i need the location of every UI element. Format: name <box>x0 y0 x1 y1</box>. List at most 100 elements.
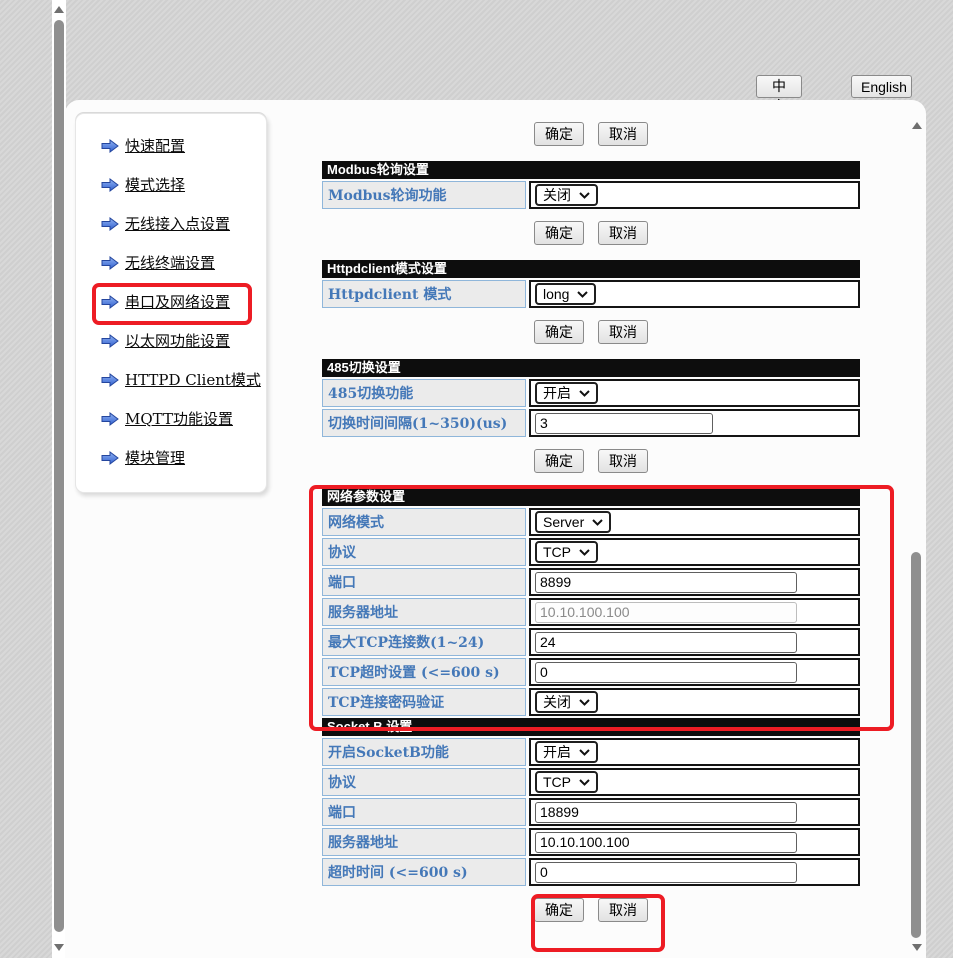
socketb-protocol-select[interactable]: TCP <box>535 771 598 793</box>
sidebar-item-label: 以太网功能设置 <box>125 330 230 351</box>
cancel-button[interactable]: 取消 <box>598 898 648 922</box>
ok-button[interactable]: 确定 <box>534 320 584 344</box>
section-header-modbus-poll-settings: Modbus轮询设置 <box>322 161 860 179</box>
max-tcp-connections-input[interactable] <box>535 632 797 653</box>
sidebar-item-2[interactable]: 模式选择 <box>76 165 266 204</box>
cancel-button[interactable]: 取消 <box>598 449 648 473</box>
field-label-switch-time-interval: 切换时间间隔(1~350)(us) <box>322 409 526 437</box>
selected-option-label: TCP <box>543 544 571 560</box>
sidebar-item-5[interactable]: 串口及网络设置 <box>76 282 266 321</box>
modbus-poll-function-select[interactable]: 关闭 <box>535 184 598 206</box>
field-label-socketb-protocol: 协议 <box>322 768 526 796</box>
section-header-network-params-settings: 网络参数设置 <box>322 488 860 506</box>
chevron-down-icon <box>579 749 590 756</box>
ok-cancel-button-row: 确定取消 <box>322 221 860 245</box>
form-row-port: 端口 <box>322 568 860 596</box>
sidebar-item-label: MQTT功能设置 <box>125 408 233 429</box>
sidebar-item-9[interactable]: 模块管理 <box>76 438 266 477</box>
ok-button[interactable]: 确定 <box>534 898 584 922</box>
socketb-server-address-input[interactable] <box>535 832 797 853</box>
field-label-port: 端口 <box>322 568 526 596</box>
section-header-socket-b-settings: Socket B 设置 <box>322 718 860 736</box>
field-label-socketb-port: 端口 <box>322 798 526 826</box>
socketb-port-input[interactable] <box>535 802 797 823</box>
settings-form: 确定取消Modbus轮询设置Modbus轮询功能关闭确定取消Httpdclien… <box>322 122 860 937</box>
scroll-down-icon[interactable] <box>912 944 922 951</box>
form-row-485-switch-function: 485切换功能开启 <box>322 379 860 407</box>
switch-time-interval-input[interactable] <box>535 413 713 434</box>
scroll-up-icon[interactable] <box>912 122 922 129</box>
scroll-up-icon[interactable] <box>54 6 64 13</box>
sidebar-item-label: HTTPD Client模式 <box>125 369 261 390</box>
tcp-timeout-input[interactable] <box>535 662 797 683</box>
form-row-enable-socketb-function: 开启SocketB功能开启 <box>322 738 860 766</box>
httpdclient-mode-select[interactable]: long <box>535 283 596 305</box>
sidebar-item-4[interactable]: 无线终端设置 <box>76 243 266 282</box>
form-row-socketb-port: 端口 <box>322 798 860 826</box>
chevron-down-icon <box>592 519 603 526</box>
cancel-button[interactable]: 取消 <box>598 221 648 245</box>
field-label-tcp-timeout: TCP超时设置 (<=600 s) <box>322 658 526 686</box>
sidebar-item-7[interactable]: HTTPD Client模式 <box>76 360 266 399</box>
selected-option-label: 关闭 <box>543 692 571 712</box>
network-mode-select[interactable]: Server <box>535 511 611 533</box>
chevron-down-icon <box>579 390 590 397</box>
field-value-server-address <box>529 598 860 626</box>
ok-cancel-button-row: 确定取消 <box>322 122 860 146</box>
tcp-password-auth-select[interactable]: 关闭 <box>535 691 598 713</box>
protocol-select[interactable]: TCP <box>535 541 598 563</box>
sidebar-item-label: 模块管理 <box>125 447 185 468</box>
field-value-socketb-server-address <box>529 828 860 856</box>
form-row-socketb-timeout: 超时时间 (<=600 s) <box>322 858 860 886</box>
port-input[interactable] <box>535 572 797 593</box>
content-panel: 快速配置模式选择无线接入点设置无线终端设置串口及网络设置以太网功能设置 HTTPD… <box>65 100 926 958</box>
field-label-socketb-timeout: 超时时间 (<=600 s) <box>322 858 526 886</box>
selected-option-label: 关闭 <box>543 185 571 205</box>
server-address-input[interactable] <box>535 602 797 623</box>
arrow-right-icon <box>101 295 119 309</box>
ok-cancel-button-row: 确定取消 <box>322 898 860 922</box>
sidebar: 快速配置模式选择无线接入点设置无线终端设置串口及网络设置以太网功能设置 HTTPD… <box>75 113 267 493</box>
field-value-httpdclient-mode: long <box>529 280 860 308</box>
cancel-button[interactable]: 取消 <box>598 122 648 146</box>
cancel-button[interactable]: 取消 <box>598 320 648 344</box>
chinese-language-button[interactable]: 中文 <box>756 75 802 98</box>
section-header-httpdclient-mode-settings: Httpdclient模式设置 <box>322 260 860 278</box>
left-scrollbar-thumb[interactable] <box>54 20 64 932</box>
field-value-port <box>529 568 860 596</box>
ok-button[interactable]: 确定 <box>534 221 584 245</box>
arrow-right-icon <box>101 451 119 465</box>
field-value-enable-socketb-function: 开启 <box>529 738 860 766</box>
field-label-network-mode: 网络模式 <box>322 508 526 536</box>
arrow-right-icon <box>101 256 119 270</box>
field-value-socketb-timeout <box>529 858 860 886</box>
selected-option-label: 开启 <box>543 383 571 403</box>
arrow-right-icon <box>101 412 119 426</box>
scroll-down-icon[interactable] <box>54 944 64 951</box>
chevron-down-icon <box>579 549 590 556</box>
ok-button[interactable]: 确定 <box>534 122 584 146</box>
sidebar-item-label: 模式选择 <box>125 174 185 195</box>
ok-cancel-button-row: 确定取消 <box>322 449 860 473</box>
english-language-button[interactable]: English <box>851 75 912 98</box>
field-label-modbus-poll-function: Modbus轮询功能 <box>322 181 526 209</box>
sidebar-item-8[interactable]: MQTT功能设置 <box>76 399 266 438</box>
arrow-right-icon <box>101 139 119 153</box>
section-httpdclient-mode-settings: Httpdclient模式设置Httpdclient 模式long <box>322 260 860 308</box>
form-row-tcp-timeout: TCP超时设置 (<=600 s) <box>322 658 860 686</box>
sidebar-item-1[interactable]: 快速配置 <box>76 126 266 165</box>
form-row-socketb-server-address: 服务器地址 <box>322 828 860 856</box>
sidebar-item-3[interactable]: 无线接入点设置 <box>76 204 266 243</box>
485-switch-function-select[interactable]: 开启 <box>535 382 598 404</box>
section-modbus-poll-settings: Modbus轮询设置 Modbus轮询功能关闭 <box>322 161 860 209</box>
ok-button[interactable]: 确定 <box>534 449 584 473</box>
socketb-timeout-input[interactable] <box>535 862 797 883</box>
right-scrollbar-thumb[interactable] <box>911 552 921 938</box>
enable-socketb-function-select[interactable]: 开启 <box>535 741 598 763</box>
selected-option-label: 开启 <box>543 742 571 762</box>
field-value-network-mode: Server <box>529 508 860 536</box>
section-socket-b-settings: Socket B 设置开启SocketB功能开启协议 TCP 端口服务器地址超时时间… <box>322 718 860 886</box>
field-label-max-tcp-connections: 最大TCP连接数(1~24) <box>322 628 526 656</box>
sidebar-item-6[interactable]: 以太网功能设置 <box>76 321 266 360</box>
section-485-switch-settings: 485切换设置485切换功能开启切换时间间隔(1~350)(us) <box>322 359 860 437</box>
